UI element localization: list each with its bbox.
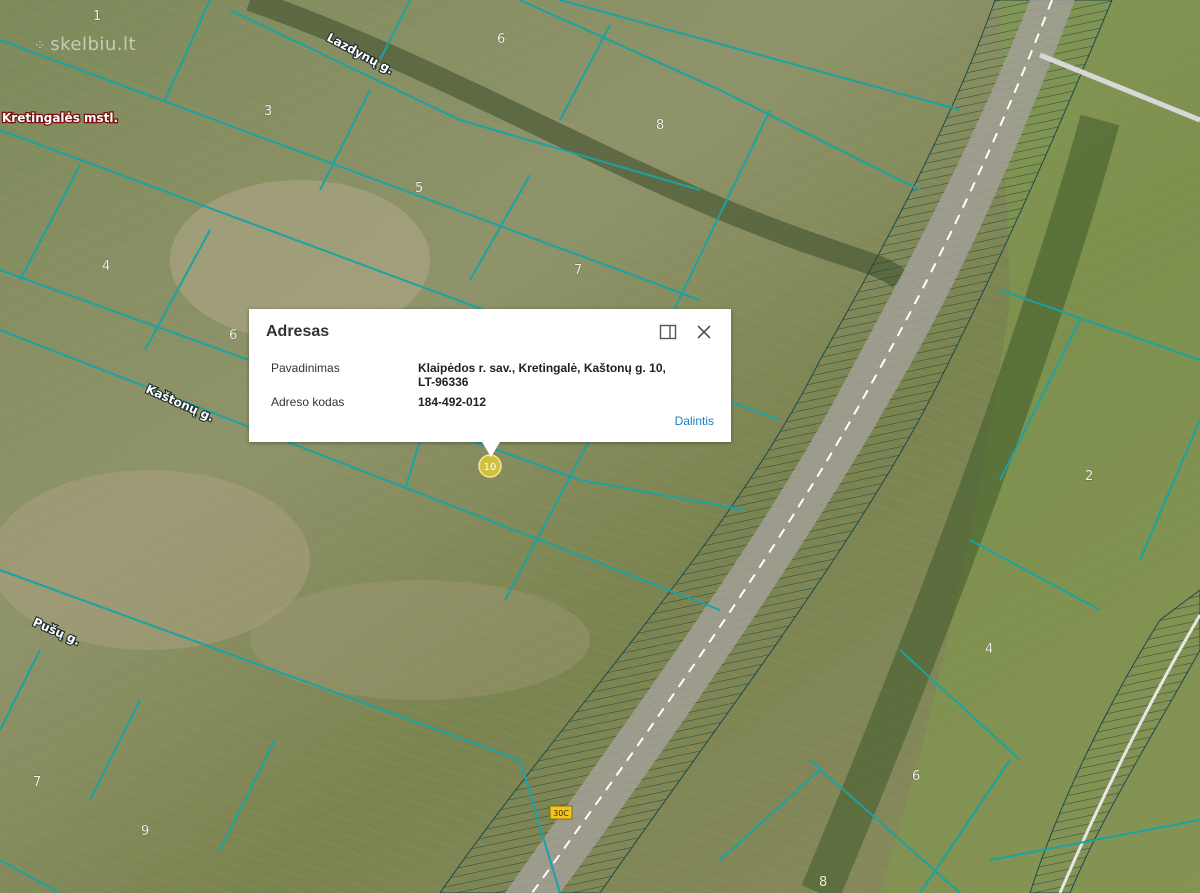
parcel-number: 4 xyxy=(102,259,110,274)
name-value-line1: Klaipėdos r. sav., Kretingalė, Kaštonų g… xyxy=(418,361,666,375)
parcel-number: 7 xyxy=(574,263,582,278)
light-soil-patch-3 xyxy=(250,580,590,700)
parcel-number: 8 xyxy=(656,118,664,133)
address-code-label: Adreso kodas xyxy=(271,395,345,409)
parcel-number: 5 xyxy=(415,181,423,196)
parcel-number: 8 xyxy=(819,875,827,890)
parcel-number: 4 xyxy=(985,642,993,657)
parcel-number: 9 xyxy=(141,824,149,839)
parcel-number: 2 xyxy=(1085,469,1093,484)
share-link[interactable]: Dalintis xyxy=(675,414,714,428)
name-value: Klaipėdos r. sav., Kretingalė, Kaštonų g… xyxy=(418,361,708,389)
parcel-number: 7 xyxy=(33,775,41,790)
address-popup: Adresas Pavadinimas Klaipėdos r. sav., K… xyxy=(249,309,731,457)
road-shield: 30C xyxy=(549,805,573,820)
name-value-line2: LT-96336 xyxy=(418,375,469,389)
maximize-icon[interactable] xyxy=(659,323,677,341)
road-shield-label: 30C xyxy=(553,809,569,818)
marker-label: 10 xyxy=(484,462,497,473)
watermark-text: skelbiu.lt xyxy=(50,34,137,55)
parcel-number: 6 xyxy=(497,32,505,47)
parcel-number: 1 xyxy=(93,9,101,24)
parcel-number: 6 xyxy=(912,769,920,784)
parcel-number: 6 xyxy=(229,328,237,343)
address-code-value: 184-492-012 xyxy=(418,395,487,409)
popup-title: Adresas xyxy=(266,323,330,340)
dot-grid-icon: ⁘ xyxy=(34,38,47,54)
watermark: ⁘ skelbiu.lt xyxy=(34,34,136,55)
parcel-number: 3 xyxy=(264,104,272,119)
town-label: Kretingalės mstl. xyxy=(2,111,118,125)
close-icon[interactable] xyxy=(695,323,713,341)
satellite-map[interactable]: 1 6 3 8 5 4 7 6 2 4 6 7 9 8 Lazdynų g. K… xyxy=(0,0,1200,893)
address-marker[interactable]: 10 xyxy=(478,454,502,478)
name-label: Pavadinimas xyxy=(271,361,340,375)
